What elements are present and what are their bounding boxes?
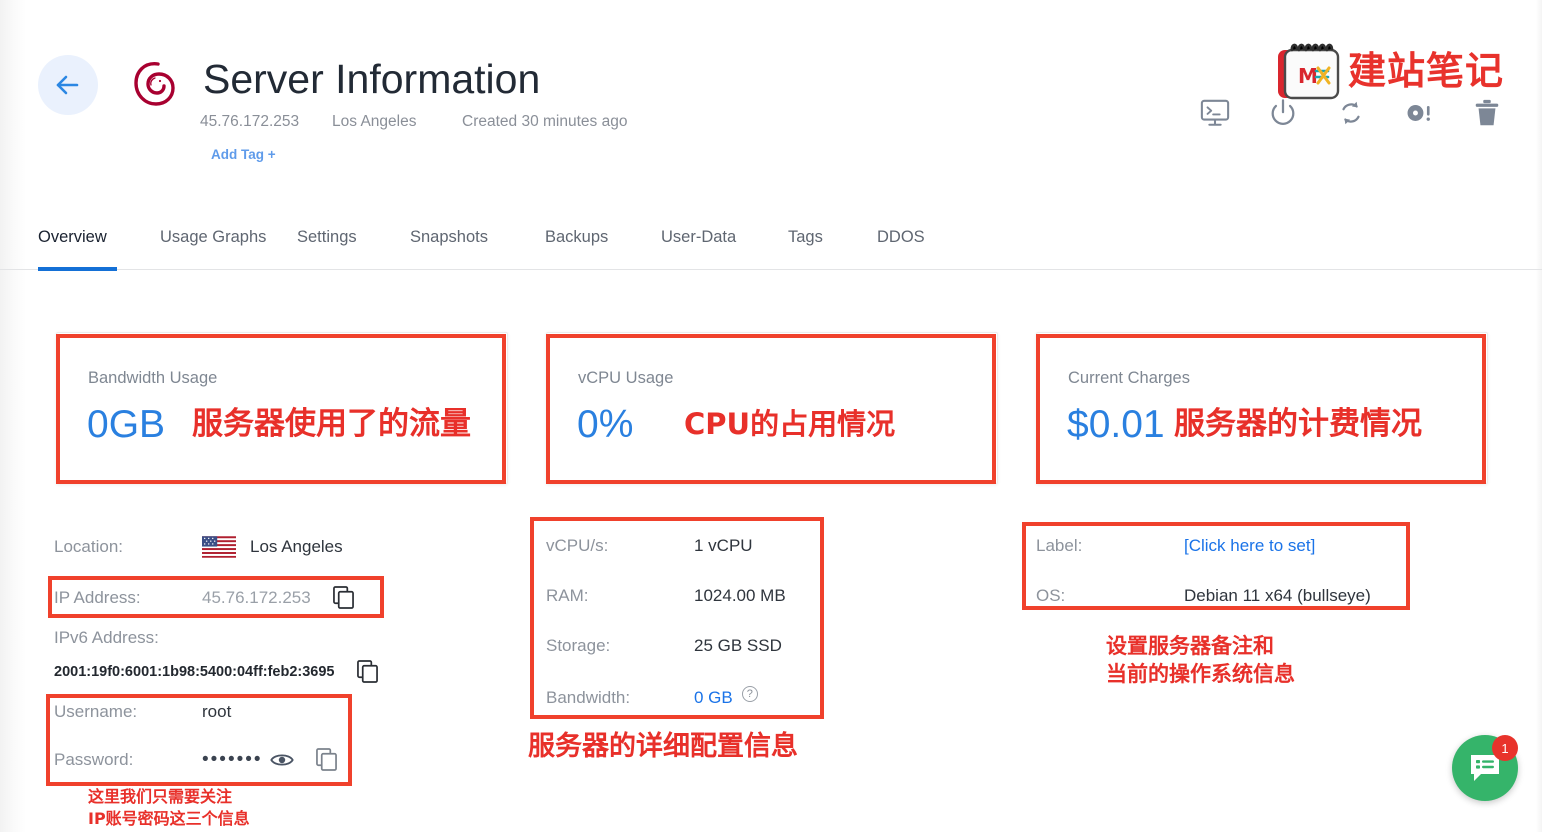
power-icon[interactable] xyxy=(1268,98,1298,128)
debian-swirl-logo xyxy=(134,62,175,106)
tab-bar-divider xyxy=(0,269,1542,270)
reinstall-icon[interactable] xyxy=(1404,98,1434,128)
bandwidth-spec-label: Bandwidth: xyxy=(546,688,631,707)
ram-spec-value: 1024.00 MB xyxy=(694,586,786,605)
ram-spec-label: RAM: xyxy=(546,586,589,605)
ipv6-address-value: 2001:19f0:6001:1b98:5400:04ff:feb2:3695 xyxy=(54,663,335,680)
tab-snapshots[interactable]: Snapshots xyxy=(410,228,545,247)
ip-address-label: IP Address: xyxy=(54,587,141,607)
trash-icon[interactable] xyxy=(1472,98,1502,128)
storage-spec-value: 25 GB SSD xyxy=(694,636,782,655)
page-left-gutter xyxy=(0,0,26,832)
vcpu-spec-row: vCPU/s: 1 vCPU xyxy=(546,536,753,556)
password-row: Password: ••••••• xyxy=(54,748,337,771)
os-row: OS: Debian 11 x64 (bullseye) xyxy=(1036,586,1371,606)
watermark-brand: 建站笔记 xyxy=(1348,49,1505,93)
label-row: Label: [Click here to set] xyxy=(1036,536,1315,556)
os-label: OS: xyxy=(1036,586,1066,605)
tab-overview[interactable]: Overview xyxy=(38,228,160,247)
back-button[interactable] xyxy=(38,55,98,115)
arrow-left-icon xyxy=(56,75,79,95)
bandwidth-usage-value: 0GB xyxy=(87,403,166,446)
password-value: ••••••• xyxy=(202,748,263,770)
help-icon[interactable]: ? xyxy=(741,686,758,702)
copy-icon[interactable] xyxy=(316,748,337,771)
watermark-logo: M 建站笔记 xyxy=(1272,38,1504,104)
bandwidth-usage-label: Bandwidth Usage xyxy=(88,369,218,387)
username-row: Username: root xyxy=(54,702,231,722)
tab-tags[interactable]: Tags xyxy=(788,228,877,247)
ip-address-value: 45.76.172.253 xyxy=(202,587,311,607)
server-information-page: Server Information 45.76.172.253 Los Ang… xyxy=(0,0,1542,832)
annotation-text-bandwidth: 服务器使用了的流量 xyxy=(192,406,471,442)
current-charges-label: Current Charges xyxy=(1068,369,1190,387)
current-charges-value: $0.01 xyxy=(1067,403,1165,446)
label-set-link[interactable]: [Click here to set] xyxy=(1184,536,1315,556)
copy-icon[interactable] xyxy=(333,586,354,609)
tab-backups[interactable]: Backups xyxy=(545,228,661,247)
page-title: Server Information xyxy=(203,56,541,102)
location-row: Location: Los Angeles xyxy=(54,536,343,558)
ram-spec-row: RAM: 1024.00 MB xyxy=(546,586,786,606)
tab-settings[interactable]: Settings xyxy=(297,228,410,247)
vcpu-usage-value: 0% xyxy=(577,403,634,446)
page-right-edge xyxy=(1536,0,1542,832)
vcpu-usage-label: vCPU Usage xyxy=(578,369,674,387)
username-label: Username: xyxy=(54,702,138,721)
bandwidth-spec-row: Bandwidth: 0 GB ? xyxy=(546,686,758,710)
annotation-text-specs: 服务器的详细配置信息 xyxy=(528,731,798,762)
password-label: Password: xyxy=(54,749,134,769)
label-label: Label: xyxy=(1036,536,1083,555)
annotation-text-charges: 服务器的计费情况 xyxy=(1174,406,1422,442)
ipv6-address-label: IPv6 Address: xyxy=(54,628,159,647)
chat-unread-badge[interactable]: 1 xyxy=(1492,735,1518,761)
os-value: Debian 11 x64 (bullseye) xyxy=(1184,586,1371,605)
us-flag-icon xyxy=(202,536,236,558)
location-value: Los Angeles xyxy=(250,537,343,556)
calendar-notebook-icon: M xyxy=(1278,43,1340,100)
server-actions-toolbar xyxy=(1200,98,1502,128)
copy-icon[interactable] xyxy=(356,660,378,683)
storage-spec-row: Storage: 25 GB SSD xyxy=(546,636,782,656)
bandwidth-spec-value: 0 GB xyxy=(694,688,733,707)
vcpu-spec-label: vCPU/s: xyxy=(546,536,609,555)
annotation-text-os: 设置服务器备注和 当前的操作系统信息 xyxy=(1106,634,1295,687)
eye-icon[interactable] xyxy=(270,752,294,768)
add-tag-link[interactable]: Add Tag + xyxy=(211,147,276,162)
annotation-text-credentials: 这里我们只需要关注 IP账号密码这三个信息 xyxy=(88,787,250,828)
ip-address-row: IP Address: 45.76.172.253 xyxy=(54,586,354,609)
tab-bar: Overview Usage Graphs Settings Snapshots… xyxy=(38,228,957,247)
tab-usage-graphs[interactable]: Usage Graphs xyxy=(160,228,297,247)
tab-active-indicator xyxy=(38,267,117,271)
annotation-text-vcpu: CPU的占用情况 xyxy=(684,407,896,441)
restart-icon[interactable] xyxy=(1336,98,1366,128)
console-icon[interactable] xyxy=(1200,98,1230,128)
vcpu-spec-value: 1 vCPU xyxy=(694,536,753,555)
storage-spec-label: Storage: xyxy=(546,636,611,655)
header-meta: 45.76.172.253 Los Angeles Created 30 min… xyxy=(200,113,627,131)
header-location: Los Angeles xyxy=(332,113,417,130)
ipv6-address-label-row: IPv6 Address: xyxy=(54,628,159,648)
svg-text:M: M xyxy=(1298,64,1318,88)
header-ip: 45.76.172.253 xyxy=(200,113,300,130)
tab-ddos[interactable]: DDOS xyxy=(877,228,957,247)
location-label: Location: xyxy=(54,537,123,556)
tab-user-data[interactable]: User-Data xyxy=(661,228,788,247)
ipv6-address-value-row: 2001:19f0:6001:1b98:5400:04ff:feb2:3695 xyxy=(54,660,378,683)
username-value: root xyxy=(202,702,232,721)
header-created: Created 30 minutes ago xyxy=(462,113,628,130)
